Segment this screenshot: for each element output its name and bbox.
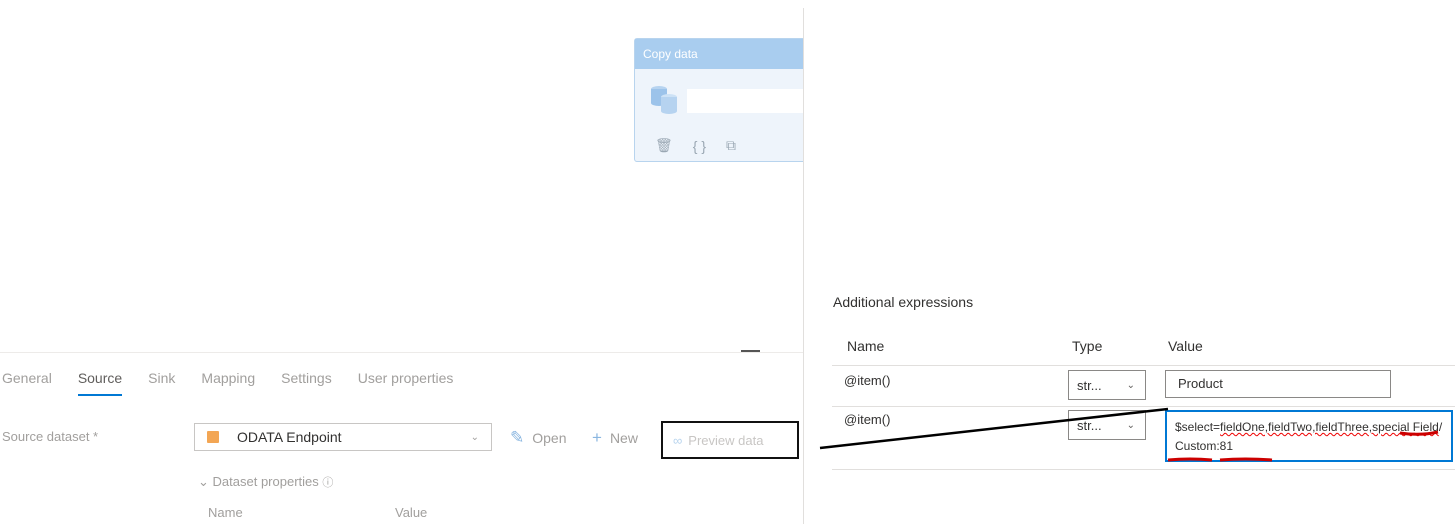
delete-icon[interactable]: 🗑 [655, 137, 673, 154]
database-icon [651, 86, 677, 114]
glasses-icon: ∞ [673, 432, 683, 448]
chevron-down-icon: ⌄ [470, 431, 479, 443]
open-button[interactable]: ✎ Open [510, 428, 567, 448]
section-title: Additional expressions [833, 294, 974, 310]
tab-source[interactable]: Source [77, 370, 123, 396]
new-button[interactable]: + New [592, 428, 638, 448]
copy-icon[interactable]: ⧉ [726, 137, 736, 154]
col-header-value: Value [1168, 338, 1203, 354]
tab-mapping[interactable]: Mapping [201, 370, 255, 396]
row-divider [832, 406, 1455, 407]
dataset-col-value: Value [395, 505, 428, 520]
open-label: Open [532, 430, 567, 446]
row-2-name: @item() [844, 412, 891, 427]
additional-expressions-panel: Additional expressions Name Type Value @… [803, 8, 1455, 524]
chevron-down-icon: ⌄ [1126, 419, 1135, 431]
header-divider [832, 365, 1455, 366]
pencil-icon: ✎ [510, 428, 525, 447]
tab-general[interactable]: General [2, 370, 52, 396]
activity-name-field[interactable] [687, 89, 815, 113]
row-1-name: @item() [844, 373, 891, 388]
copy-data-activity[interactable]: Copy data 🗑 { } ⧉ [634, 38, 815, 162]
row-2-type-select[interactable]: str... ⌄ [1068, 410, 1146, 440]
source-dataset-select[interactable]: ODATA Endpoint ⌄ [194, 423, 492, 451]
row-1-type-value: str... [1077, 377, 1102, 393]
dataset-icon [207, 431, 219, 443]
activity-title: Copy data [635, 39, 813, 69]
row-1-type-select[interactable]: str... ⌄ [1068, 370, 1146, 400]
preview-data-button[interactable]: ∞ Preview data [661, 421, 799, 459]
info-icon: ⓘ [322, 477, 334, 489]
col-header-name: Name [847, 338, 885, 354]
value-fields: fieldOne,fieldTwo,fieldThree,special Fie… [1220, 420, 1439, 434]
plus-icon: + [592, 428, 602, 447]
dataset-properties-label: Dataset properties [212, 474, 319, 489]
new-label: New [609, 430, 638, 446]
tab-user-properties[interactable]: User properties [358, 370, 454, 396]
chevron-down-icon: ⌄ [1126, 379, 1135, 391]
dataset-properties-toggle[interactable]: ⌄ Dataset properties ⓘ [198, 474, 333, 490]
tab-settings[interactable]: Settings [281, 370, 332, 396]
source-dataset-label: Source dataset * [2, 429, 99, 444]
row-2-value-textarea[interactable]: $select=fieldOne,fieldTwo,fieldThree,spe… [1165, 410, 1453, 462]
properties-tabs: General Source Sink Mapping Settings Use… [2, 370, 479, 396]
value-prefix: $select= [1175, 420, 1221, 434]
chevron-down-icon: ⌄ [198, 474, 209, 489]
tabs-divider [0, 352, 805, 353]
row-2-type-value: str... [1077, 417, 1102, 433]
source-dataset-value: ODATA Endpoint [237, 429, 342, 445]
code-icon[interactable]: { } [693, 138, 706, 154]
preview-data-label: Preview data [688, 432, 764, 448]
row-1-value-input[interactable]: Product [1165, 370, 1391, 398]
activity-actions: 🗑 { } ⧉ [655, 137, 736, 154]
dataset-col-name: Name [208, 505, 243, 520]
col-header-type: Type [1072, 338, 1103, 354]
row-divider [832, 469, 1455, 470]
tab-sink[interactable]: Sink [148, 370, 175, 396]
